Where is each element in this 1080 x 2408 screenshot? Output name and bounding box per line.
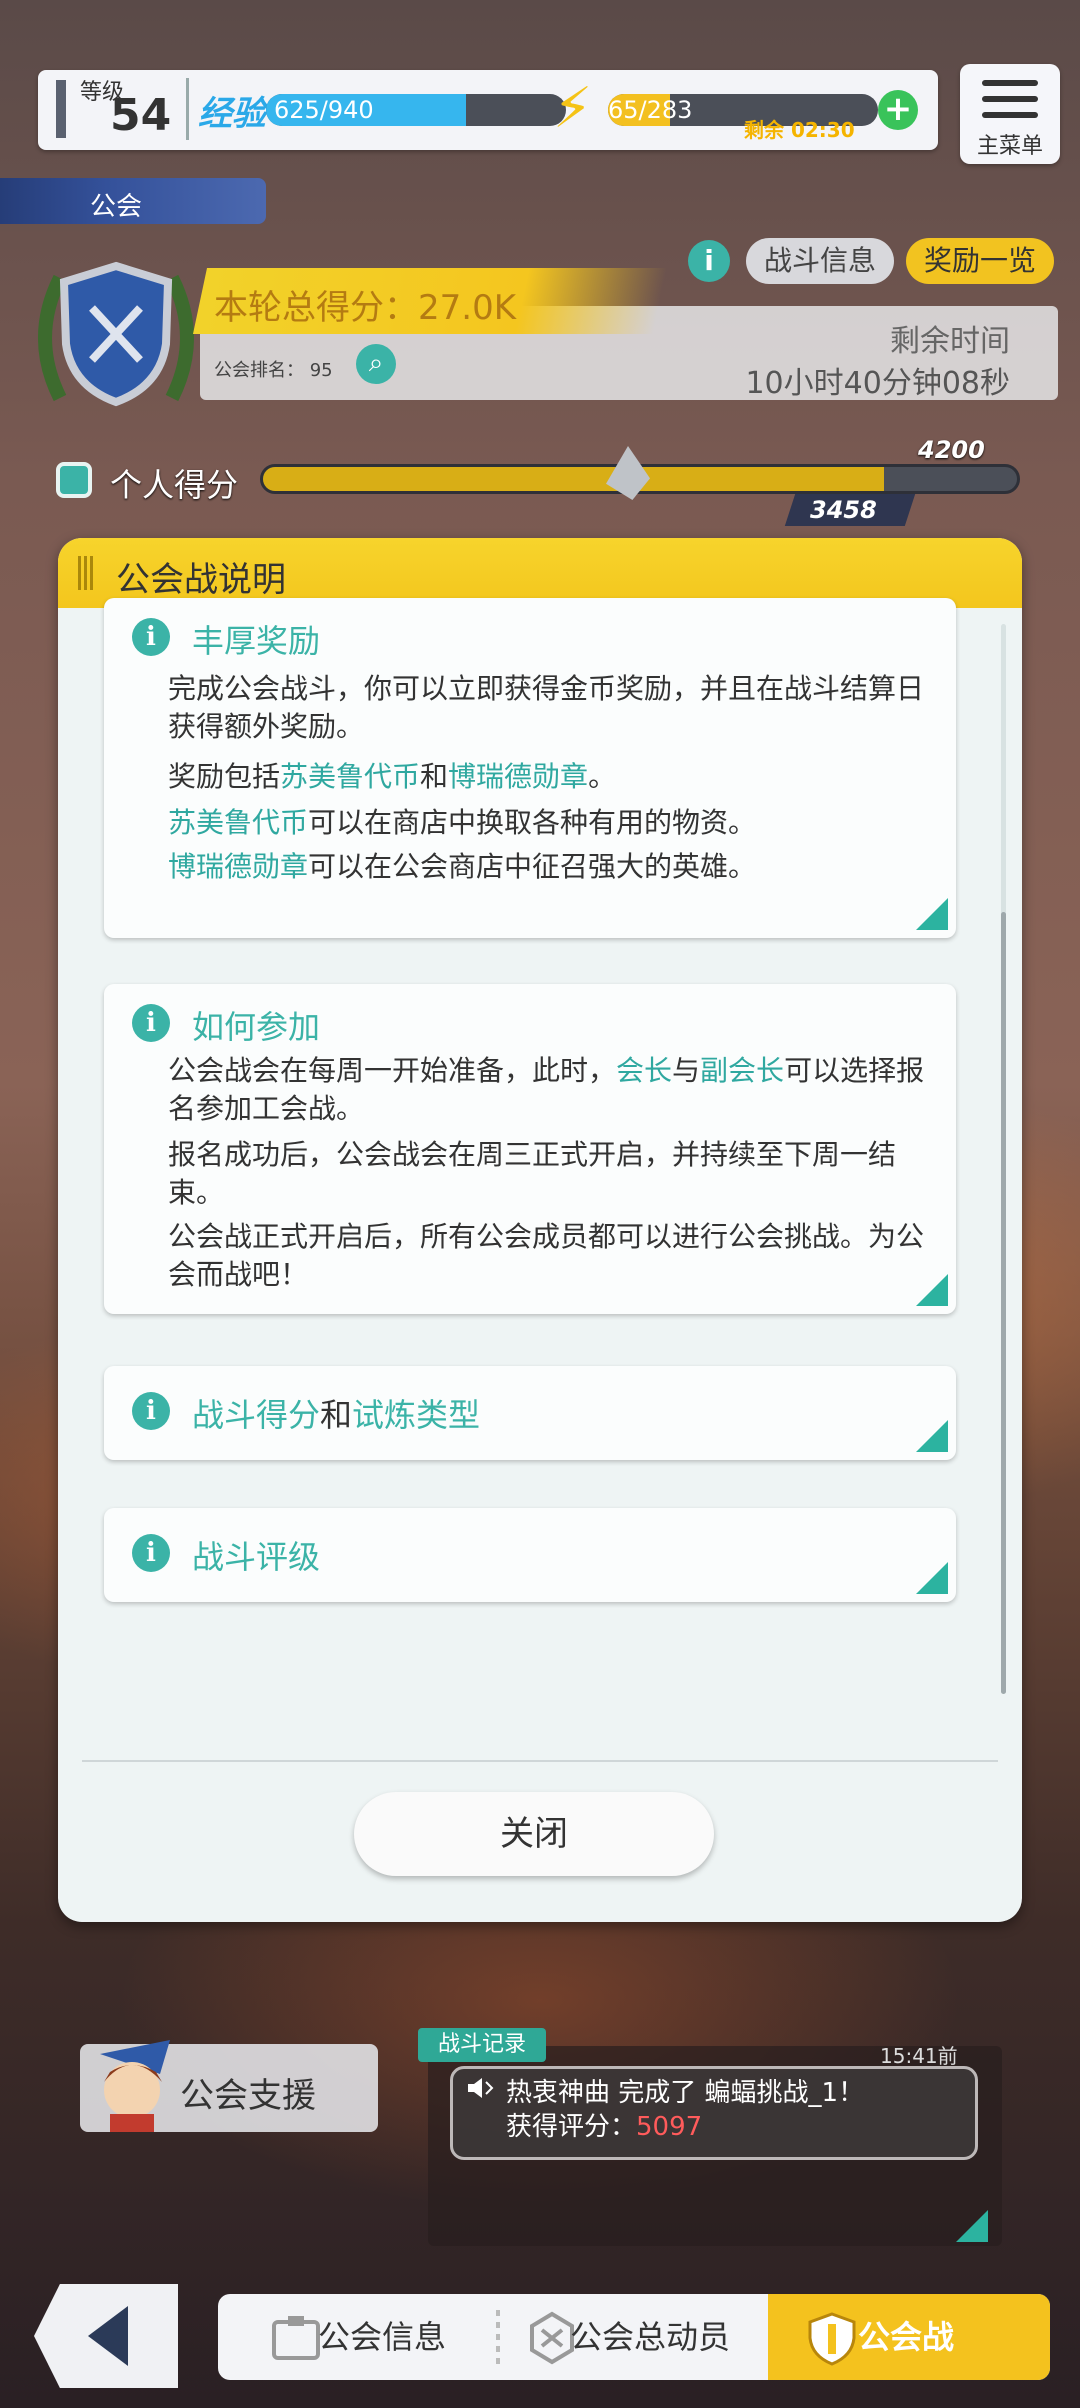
rewards-list-button[interactable]: 奖励一览 <box>906 238 1054 284</box>
section-rewards-title: 丰厚奖励 <box>192 622 321 660</box>
section-battle-grading-title: 战斗评级 <box>192 1538 321 1576</box>
section-rewards[interactable]: i 丰厚奖励 完成公会战斗，你可以立即获得金币奖励，并且在战斗结算日获得额外奖励… <box>104 598 956 938</box>
exp-text: 625/940 <box>274 96 374 124</box>
tab-guild-info[interactable]: 公会信息 <box>318 2294 446 2380</box>
section-how-to-join[interactable]: i 如何参加 公会战会在每周一开始准备，此时，会长与副会长可以选择报名参加工会战… <box>104 984 956 1314</box>
section-how-to-join-title: 如何参加 <box>192 1008 321 1046</box>
guild-war-info-modal: 公会战说明 i 丰厚奖励 完成公会战斗，你可以立即获得金币奖励，并且在战斗结算日… <box>58 538 1022 1922</box>
guild-rank-value: 95 <box>309 360 333 381</box>
level-value: 54 <box>110 90 172 141</box>
main-menu-label: 主菜单 <box>976 134 1043 159</box>
personal-score-label: 个人得分 <box>110 466 239 504</box>
add-energy-button[interactable]: + <box>878 90 918 130</box>
battle-log-score: 获得评分：5097 <box>506 2112 703 2142</box>
rewards-paragraph-4: 博瑞德勋章可以在公会商店中征召强大的英雄。 <box>168 850 757 883</box>
lightning-icon: ⚡ <box>553 76 593 141</box>
info-icon: i <box>132 618 170 656</box>
tab-guild-war[interactable]: 公会战 <box>858 2294 954 2380</box>
rewards-paragraph-1: 完成公会战斗，你可以立即获得金币奖励，并且在战斗结算日获得额外奖励。 <box>168 672 925 743</box>
expand-corner-icon[interactable] <box>916 1420 948 1452</box>
info-icon[interactable]: i <box>688 240 730 282</box>
tab-divider <box>496 2310 500 2366</box>
status-bar: 等级 54 经验 625/940 ⚡ 65/283 剩余 02:30 + <box>38 70 938 150</box>
expand-corner-icon[interactable] <box>916 1562 948 1594</box>
speaker-icon <box>468 2078 494 2098</box>
collapse-corner-icon[interactable] <box>916 898 948 930</box>
section-battle-score[interactable]: i 战斗得分和试炼类型 <box>104 1366 956 1460</box>
bottom-tab-bar: 公会信息 公会总动员 公会战 <box>218 2294 1050 2380</box>
close-button[interactable]: 关闭 <box>354 1792 714 1876</box>
guild-support-label: 公会支援 <box>180 2076 316 2116</box>
personal-score-icon <box>56 462 92 498</box>
info-icon: i <box>132 1004 170 1042</box>
energy-text: 65/283 <box>608 96 692 124</box>
guild-tag-label: 公会 <box>90 192 143 222</box>
energy-current: 65 <box>608 96 639 124</box>
remaining-time-value: 10小时40分钟08秒 <box>745 366 1010 401</box>
personal-score-goal: 4200 <box>918 436 985 464</box>
remaining-time-label: 剩余时间 <box>890 324 1010 359</box>
level-strip <box>56 80 66 138</box>
guild-crest-icon <box>38 261 194 407</box>
join-paragraph-2: 报名成功后，公会战会在周三正式开启，并持续至下周一结束。 <box>168 1138 897 1209</box>
total-score: 本轮总得分：27.0K <box>214 288 516 328</box>
personal-score-fill <box>263 467 884 491</box>
scrollbar-thumb[interactable] <box>1001 912 1006 1694</box>
divider <box>82 1760 998 1762</box>
exp-label: 经验 <box>198 94 266 134</box>
guild-rank: 公会排名： 95 <box>214 356 333 382</box>
battle-log-time: 15:41前 <box>880 2044 958 2068</box>
join-paragraph-3: 公会战正式开启后，所有公会成员都可以进行公会挑战。为公会而战吧！ <box>168 1220 925 1291</box>
join-paragraph-1: 公会战会在每周一开始准备，此时，会长与副会长可以选择报名参加工会战。 <box>168 1054 925 1125</box>
rewards-paragraph-2: 奖励包括苏美鲁代币和博瑞德勋章。 <box>168 760 617 793</box>
rewards-paragraph-3: 苏美鲁代币可以在商店中换取各种有用的物资。 <box>168 806 757 839</box>
grip-icon <box>78 556 94 590</box>
tab-guild-mobilize[interactable]: 公会总动员 <box>570 2294 730 2380</box>
divider <box>186 78 189 140</box>
battle-info-button[interactable]: 战斗信息 <box>746 238 894 284</box>
battle-log-line: 热衷神曲 完成了 蝙蝠挑战_1！ <box>506 2078 865 2108</box>
section-battle-grading[interactable]: i 战斗评级 <box>104 1508 956 1602</box>
battle-log-tag: 战斗记录 <box>418 2028 546 2062</box>
search-icon[interactable]: ⌕ <box>356 344 396 384</box>
personal-score-current: 3458 <box>810 496 877 524</box>
main-menu-button[interactable]: 主菜单 <box>960 64 1060 164</box>
guild-rank-label: 公会排名： <box>214 360 304 381</box>
personal-score-current-badge: 3458 <box>784 494 916 526</box>
hamburger-icon <box>982 80 1038 128</box>
section-battle-score-title: 战斗得分和试炼类型 <box>192 1396 481 1434</box>
modal-title: 公会战说明 <box>116 560 286 600</box>
energy-max: /283 <box>638 96 693 124</box>
guild-info-icon <box>272 2316 320 2360</box>
energy-remaining: 剩余 02:30 <box>744 118 855 142</box>
info-icon: i <box>132 1534 170 1572</box>
info-icon: i <box>132 1392 170 1430</box>
hero-avatar <box>100 2040 170 2132</box>
guild-tag: 公会 <box>0 178 266 224</box>
shield-icon <box>808 2312 856 2366</box>
